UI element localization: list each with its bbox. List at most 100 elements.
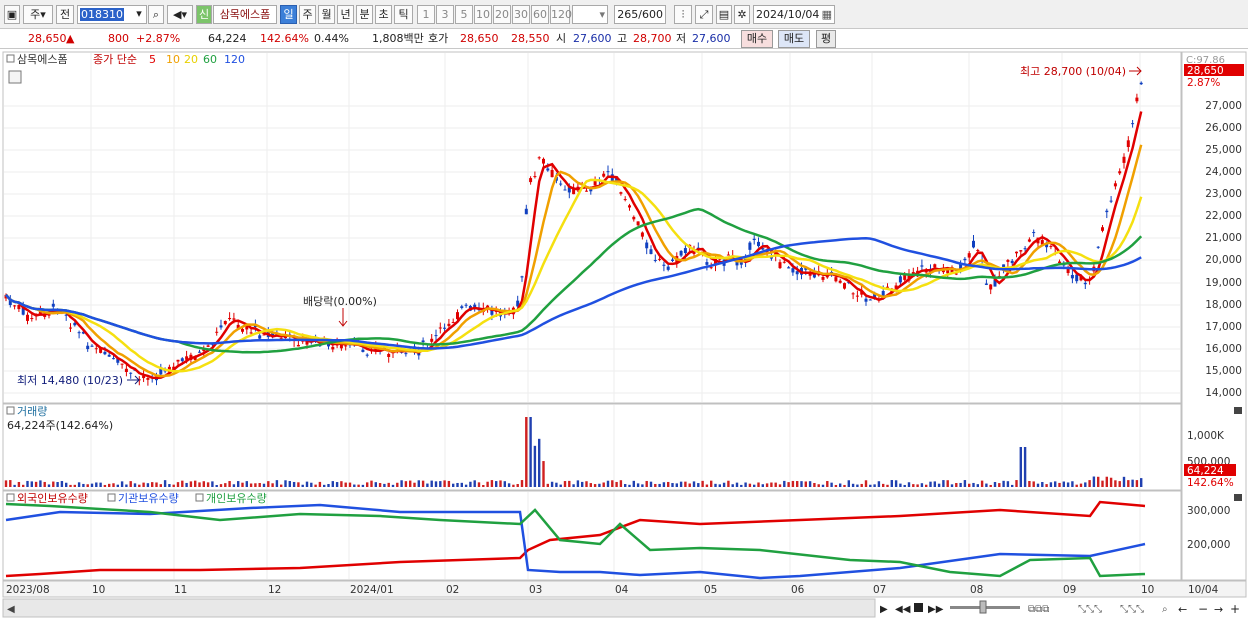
candle-body xyxy=(976,250,980,252)
volume-bar xyxy=(972,482,975,487)
candle-body xyxy=(640,232,644,237)
average-button[interactable]: 평 xyxy=(816,30,836,48)
candle-body xyxy=(361,349,365,352)
minute-5-button[interactable]: 5 xyxy=(455,5,473,24)
x-axis-tick: 09 xyxy=(1063,584,1076,596)
volume-bar xyxy=(219,484,223,487)
minute-20-button[interactable]: 20 xyxy=(493,5,511,24)
sell-button[interactable]: 매도 xyxy=(778,30,810,48)
tab-period-month[interactable]: 월 xyxy=(318,5,335,24)
legend-individual: 개인보유수량 xyxy=(206,492,267,505)
tab-period-year[interactable]: 년 xyxy=(337,5,354,24)
volume-bar xyxy=(744,482,747,487)
x-axis-tick: 10 xyxy=(1141,584,1154,596)
calendar-icon[interactable]: ▦ xyxy=(822,6,832,23)
minute-1-button[interactable]: 1 xyxy=(417,5,435,24)
tab-period-day[interactable]: 일 xyxy=(280,5,297,24)
candle-body xyxy=(550,169,554,178)
candle-body xyxy=(1019,250,1023,252)
save-icon[interactable]: ▤ xyxy=(716,5,732,24)
candle-body xyxy=(898,276,902,283)
close-icon[interactable] xyxy=(1234,494,1242,501)
drawing-tools-icon[interactable]: ⤡⤡⤡ xyxy=(1120,604,1144,615)
volume-bar xyxy=(202,481,205,487)
volume-bar xyxy=(108,483,111,487)
tab-period-week[interactable]: 주 xyxy=(299,5,316,24)
candle-body xyxy=(1131,123,1135,125)
candle-body xyxy=(77,332,81,334)
volume-bar xyxy=(576,480,580,487)
volume-bar xyxy=(1131,479,1134,487)
scroll-right-icon[interactable]: ▶ xyxy=(880,604,888,615)
prev-button[interactable]: 전 xyxy=(56,5,74,24)
chart-scrollbar[interactable] xyxy=(2,598,876,618)
candle-body xyxy=(241,328,244,332)
minute-3-button[interactable]: 3 xyxy=(436,5,454,24)
low-label: 저 xyxy=(676,32,687,45)
low-price: 27,600 xyxy=(692,32,731,45)
volume-bar xyxy=(77,482,81,487)
calculator-icon[interactable] xyxy=(8,70,22,84)
volume-bar xyxy=(899,483,902,487)
legend-foreign: 외국인보유수량 xyxy=(17,492,88,505)
current-volume-label: 64,224 xyxy=(1187,465,1224,477)
volume-bar xyxy=(310,482,313,487)
zoom-out-icon[interactable]: − xyxy=(1198,602,1208,616)
fast-forward-icon[interactable]: ▶▶ xyxy=(928,604,944,615)
stock-name-field[interactable]: 삼목에스폼 xyxy=(213,5,277,24)
volume-bar xyxy=(452,483,455,487)
volume-bar xyxy=(748,483,752,487)
search-icon[interactable]: ⌕ xyxy=(148,5,164,24)
zoom-slider-handle[interactable] xyxy=(979,600,987,614)
volume-bar xyxy=(1058,482,1061,487)
volume-bar xyxy=(817,484,820,487)
volume-bar xyxy=(636,483,640,487)
volume-bar xyxy=(99,482,102,487)
volume-bar xyxy=(1105,476,1108,487)
date-field[interactable]: 2024/10/04 ▦ xyxy=(753,5,835,24)
volume-bar xyxy=(649,481,653,487)
volume-bar xyxy=(727,480,730,487)
draw-tool-icon[interactable]: ⤢ xyxy=(695,5,713,24)
chevron-down-icon[interactable]: ▾ xyxy=(132,5,146,24)
volume-bar xyxy=(1079,483,1083,487)
bar-count-field[interactable]: 265/600 xyxy=(614,5,666,24)
minute-120-button[interactable]: 120 xyxy=(550,5,572,24)
volume-bar xyxy=(615,481,618,487)
period-select[interactable]: 주▾ xyxy=(23,5,53,24)
volume-bar xyxy=(937,483,941,487)
volume-bar xyxy=(1097,476,1100,487)
close-icon[interactable] xyxy=(1234,407,1242,414)
stop-icon[interactable] xyxy=(914,603,923,612)
volume-bar xyxy=(314,484,317,487)
stock-chart[interactable]: 27,000 26,000 25,000 24,000 23,000 22,00… xyxy=(0,50,1248,621)
minute-30-button[interactable]: 30 xyxy=(512,5,530,24)
buy-button[interactable]: 매수 xyxy=(741,30,773,48)
scroll-right-icon[interactable]: → xyxy=(1214,603,1223,616)
scroll-left-icon[interactable]: ◀ xyxy=(7,604,15,615)
volume-bar xyxy=(206,482,210,487)
crosshair-icon[interactable]: ⤡⤡⤡ xyxy=(1078,604,1102,615)
rewind-icon[interactable]: ◀◀ xyxy=(895,604,911,615)
gear-icon[interactable]: ✲ xyxy=(734,5,750,24)
tab-period-minute[interactable]: 분 xyxy=(356,5,373,24)
magnify-icon[interactable]: ⌕ xyxy=(1162,604,1168,615)
window-menu-icon[interactable]: ▣ xyxy=(4,5,20,24)
volume-bar xyxy=(1062,481,1065,487)
volume-bar xyxy=(520,480,524,487)
minute-60-button[interactable]: 60 xyxy=(531,5,549,24)
custom-period-select[interactable]: ▾ xyxy=(572,5,608,24)
scroll-left-icon[interactable]: ← xyxy=(1178,603,1187,616)
volume-bar xyxy=(851,483,855,487)
candle-body xyxy=(653,259,657,261)
tab-period-second[interactable]: 초 xyxy=(375,5,392,24)
candle-body xyxy=(623,199,627,201)
candle-icon[interactable]: ⫶ xyxy=(674,5,692,24)
candle-body xyxy=(94,348,98,350)
layout-icon[interactable]: ⧉⧉⧉ xyxy=(1028,604,1049,615)
candle-body xyxy=(524,208,528,215)
tab-period-tick[interactable]: 틱 xyxy=(394,5,413,24)
zoom-in-icon[interactable]: + xyxy=(1230,602,1240,616)
speaker-icon[interactable]: ◀▾ xyxy=(167,5,193,24)
minute-10-button[interactable]: 10 xyxy=(474,5,492,24)
